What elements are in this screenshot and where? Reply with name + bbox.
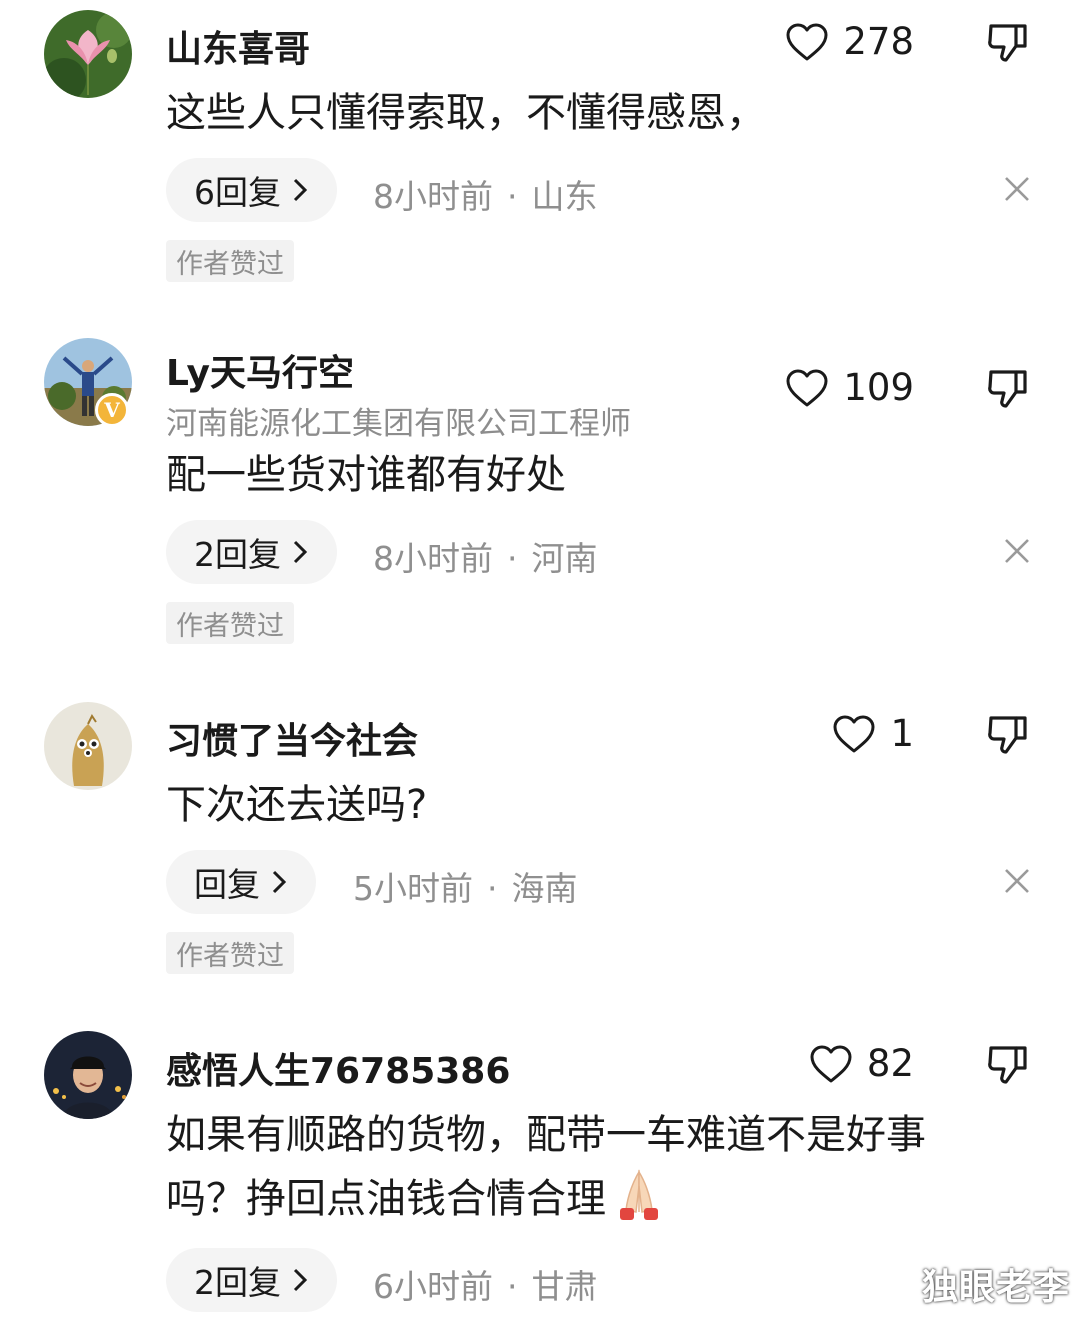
reply-button[interactable]: 2回复 [166,520,337,584]
chevron-right-icon [272,870,287,894]
like-count: 82 [866,1042,914,1085]
comment-meta: 8小时前 · 河南 [373,532,598,580]
folded-hands-emoji [620,1169,658,1220]
username[interactable]: 习惯了当今社会 [166,712,418,764]
heart-outline-icon [810,1045,852,1082]
verified-badge: V [95,393,129,427]
avatar[interactable] [44,1031,132,1119]
like-button[interactable]: 278 [785,20,914,63]
timestamp: 5小时前 [353,869,473,908]
reply-button[interactable]: 6回复 [166,158,337,222]
comment-meta: 6小时前 · 甘肃 [373,1260,598,1308]
location: 河南 [531,539,598,578]
close-icon[interactable] [1004,176,1030,202]
close-icon[interactable] [1004,538,1030,564]
reply-count: 6回复 [194,173,281,212]
reply-button[interactable]: 回复 [166,850,316,914]
thumbs-down-icon[interactable] [986,712,1030,756]
location: 甘肃 [531,1267,598,1306]
like-count: 278 [843,20,914,63]
location: 海南 [511,869,578,908]
author-liked-tag: 作者赞过 [166,602,294,644]
location: 山东 [531,177,598,216]
chevron-right-icon [293,540,308,564]
timestamp: 6小时前 [373,1267,493,1306]
watermark: 独眼老李 [922,1267,1071,1308]
heart-outline-icon [786,23,828,60]
username[interactable]: 感悟人生76785386 [166,1042,510,1094]
separator: · [507,177,518,216]
comment-text: 配一些货对谁都有好处 [166,452,566,498]
user-title: 河南能源化工集团有限公司工程师 [166,406,631,442]
thumbs-down-icon[interactable] [986,20,1030,64]
separator: · [507,539,518,578]
separator: · [507,1267,518,1306]
like-count: 109 [843,366,914,409]
thumbs-down-icon[interactable] [986,366,1030,410]
comment-text: 下次还去送吗? [166,782,428,828]
reply-count: 2回复 [194,1263,281,1302]
timestamp: 8小时前 [373,177,493,216]
comment-meta: 8小时前 · 山东 [373,170,598,218]
like-button[interactable]: 1 [832,712,914,755]
timestamp: 8小时前 [373,539,493,578]
separator: · [487,869,498,908]
heart-outline-icon [786,369,828,406]
comment-text: 如果有顺路的货物，配带一车难道不是好事 吗？挣回点油钱合情合理 [166,1104,1026,1230]
close-icon[interactable] [1004,868,1030,894]
comment-text-line: 吗？挣回点油钱合情合理 [166,1166,1026,1230]
avatar[interactable] [44,10,132,98]
comment-meta: 5小时前 · 海南 [353,862,578,910]
author-liked-tag: 作者赞过 [166,932,294,974]
comment-text: 这些人只懂得索取，不懂得感恩， [166,90,766,136]
reply-button[interactable]: 2回复 [166,1248,337,1312]
username[interactable]: 山东喜哥 [166,20,310,72]
avatar[interactable] [44,702,132,790]
reply-count: 回复 [194,865,260,904]
heart-outline-icon [833,715,875,752]
reply-count: 2回复 [194,535,281,574]
thumbs-down-icon[interactable] [986,1042,1030,1086]
author-liked-tag: 作者赞过 [166,240,294,282]
like-button[interactable]: 109 [785,366,914,409]
comment-text-segment: 吗？挣回点油钱合情合理 [166,1176,606,1222]
like-count: 1 [890,712,914,755]
like-button[interactable]: 82 [809,1042,914,1085]
chevron-right-icon [293,1268,308,1292]
chevron-right-icon [293,178,308,202]
comment-text-line: 如果有顺路的货物，配带一车难道不是好事 [166,1112,926,1158]
username[interactable]: Ly天马行空 [166,344,354,396]
